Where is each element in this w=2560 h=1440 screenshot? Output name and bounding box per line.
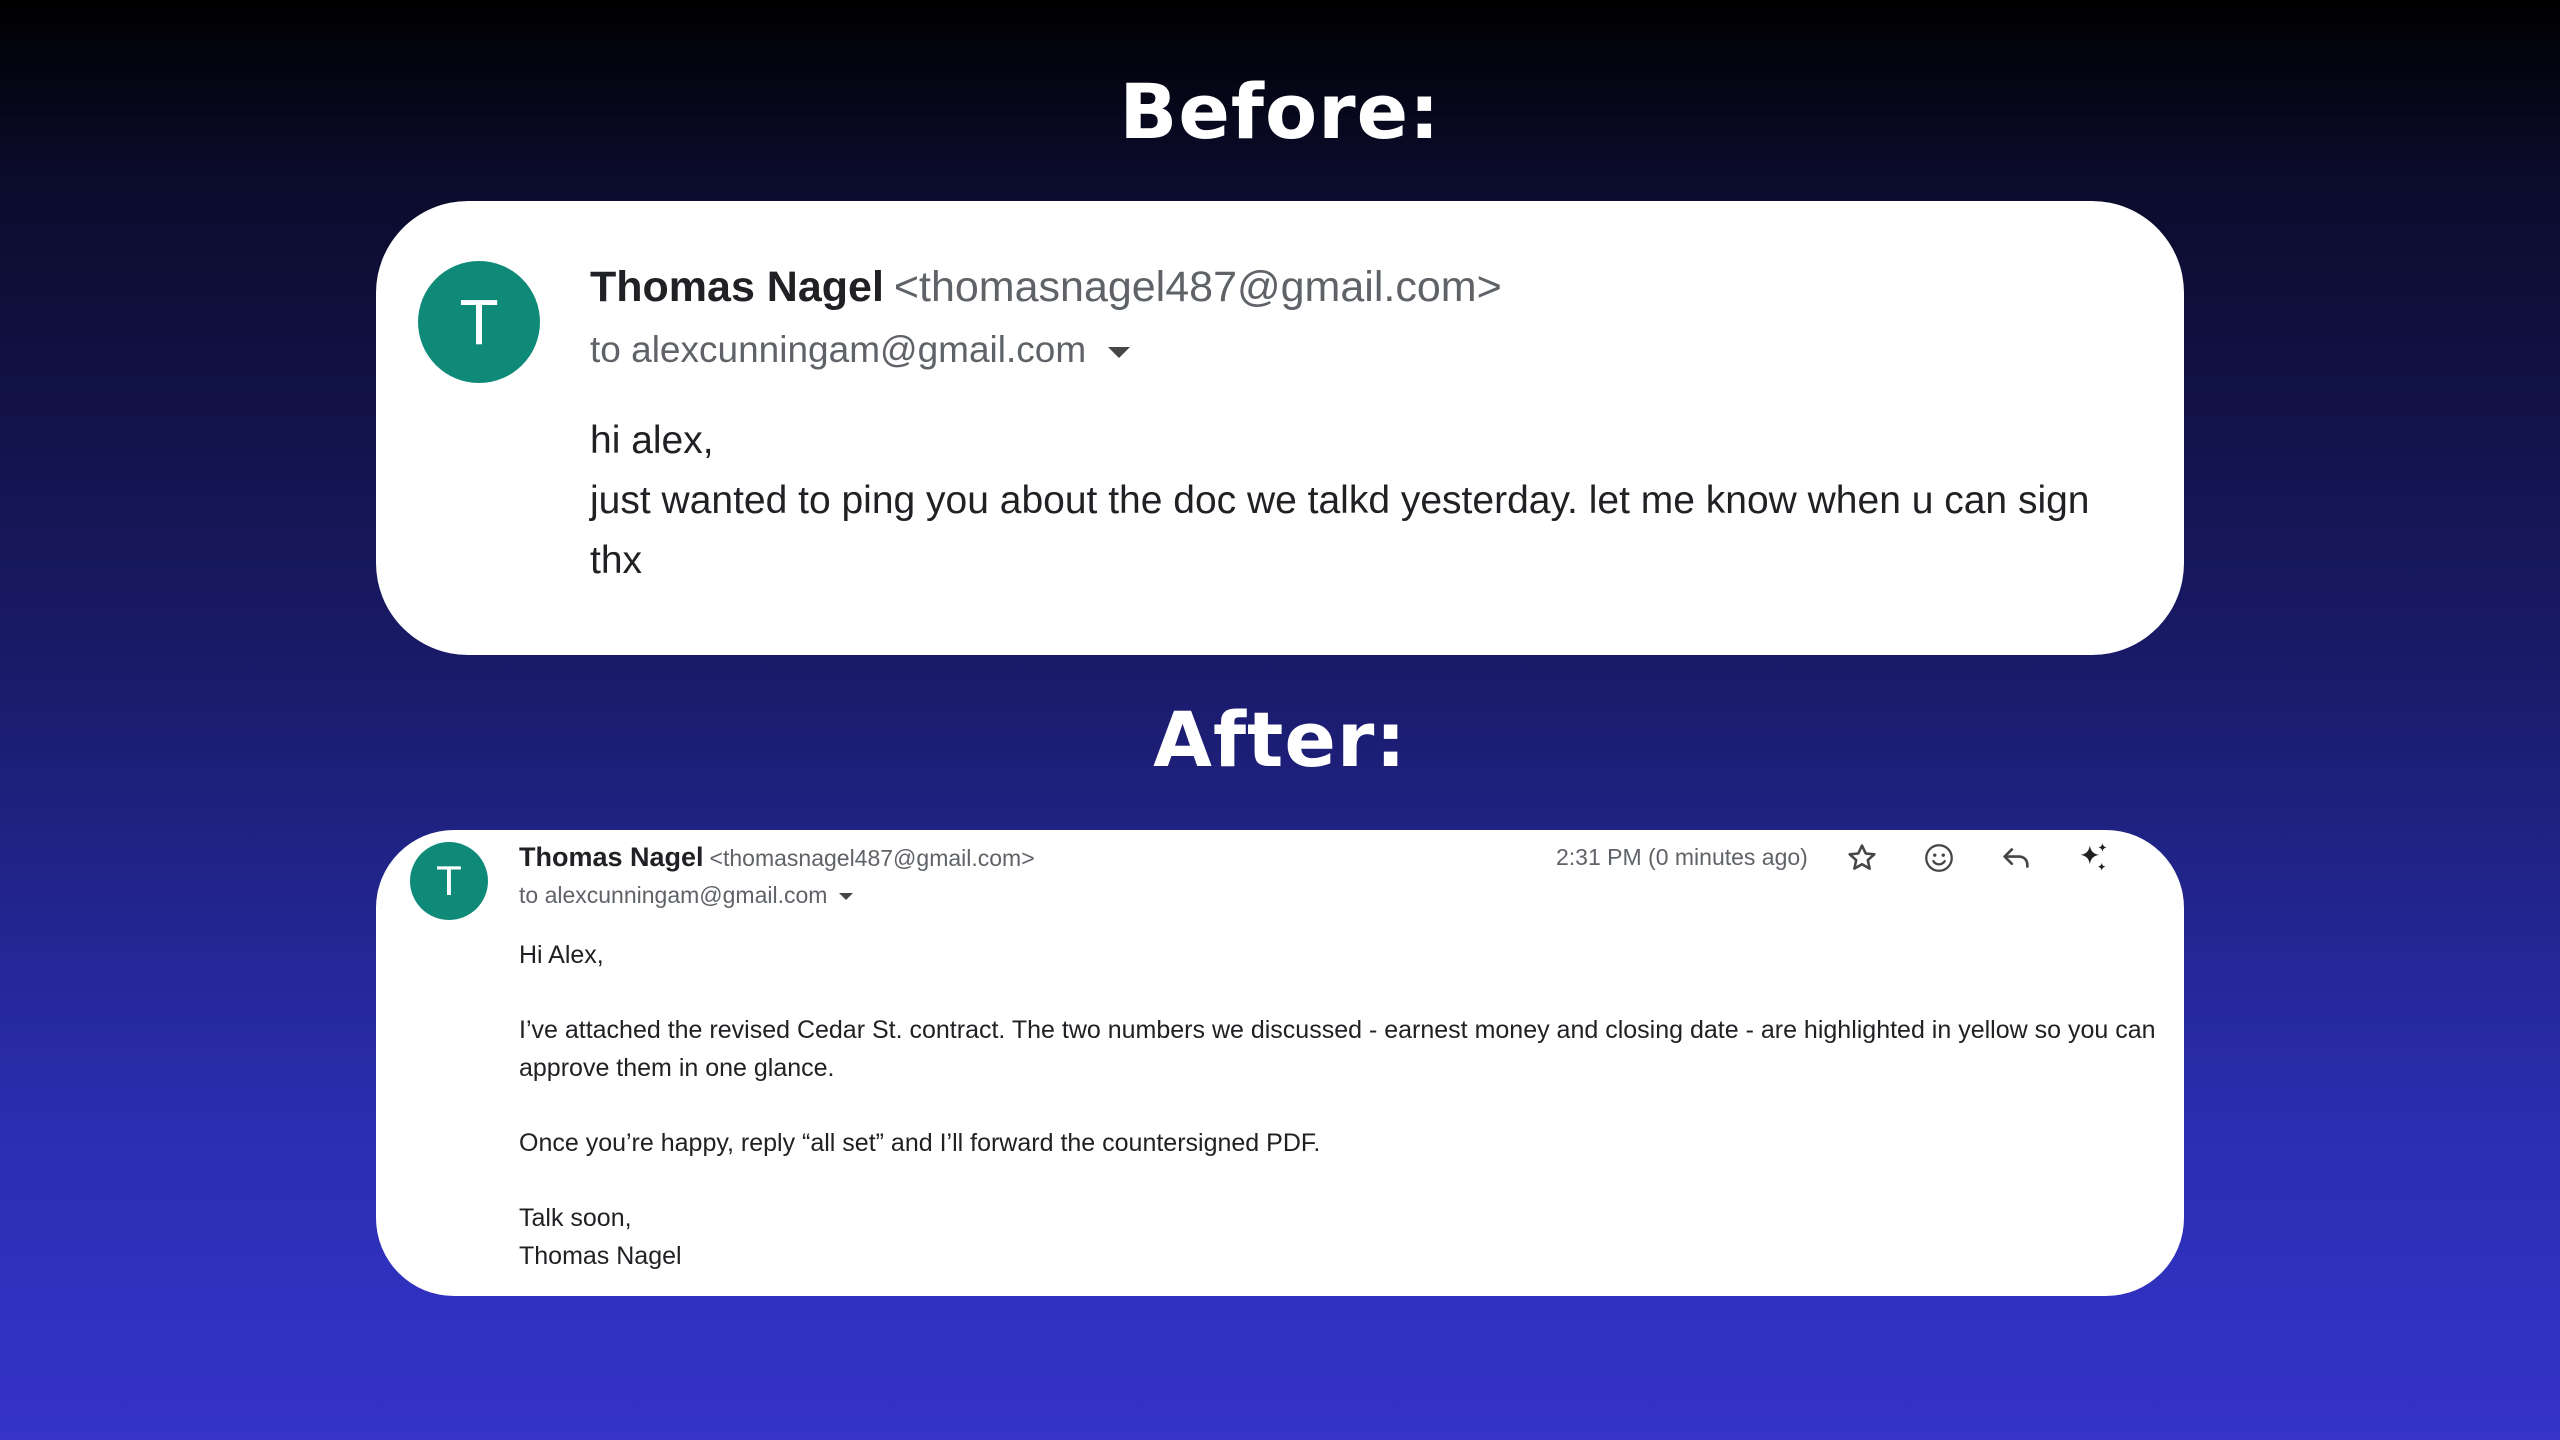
avatar[interactable]: T	[418, 261, 540, 383]
sign-off: Talk soon,	[519, 1204, 632, 1232]
body-line: just wanted to ping you about the doc we…	[590, 479, 2090, 522]
sender-line: Thomas Nagel <thomasnagel487@gmail.com>	[519, 842, 1035, 873]
sender-email: <thomasnagel487@gmail.com>	[709, 845, 1035, 871]
sender-name[interactable]: Thomas Nagel	[590, 263, 884, 311]
greeting: Hi Alex,	[519, 941, 604, 969]
star-icon[interactable]	[1842, 838, 1882, 878]
after-email-card: T Thomas Nagel <thomasnagel487@gmail.com>…	[376, 830, 2184, 1296]
email-body: hi alex, just wanted to ping you about t…	[590, 411, 2090, 591]
body-paragraph: Once you’re happy, reply “all set” and I…	[519, 1129, 1321, 1157]
sparkle-icon[interactable]	[2073, 838, 2113, 878]
sender-name[interactable]: Thomas Nagel	[519, 842, 704, 872]
recipient-text: to alexcunningam@gmail.com	[519, 882, 828, 908]
body-paragraph: I’ve attached the revised Cedar St. cont…	[519, 1016, 2156, 1082]
body-line: hi alex,	[590, 419, 714, 462]
sender-line: Thomas Nagel <thomasnagel487@gmail.com>	[590, 263, 1502, 312]
recipient-line: to alexcunningam@gmail.com	[519, 882, 854, 909]
body-line: thx	[590, 539, 643, 582]
signature: Thomas Nagel	[519, 1242, 682, 1270]
after-heading: After:	[1153, 695, 1407, 784]
reply-icon[interactable]	[1996, 838, 2036, 878]
emoji-icon[interactable]	[1919, 838, 1959, 878]
before-email-card: T Thomas Nagel <thomasnagel487@gmail.com>…	[376, 201, 2184, 655]
timestamp: 2:31 PM (0 minutes ago)	[1556, 844, 1808, 870]
before-heading: Before:	[1119, 67, 1441, 156]
email-body: Hi Alex, I’ve attached the revised Cedar…	[519, 936, 2159, 1275]
chevron-down-icon[interactable]	[1108, 346, 1131, 358]
avatar[interactable]: T	[410, 842, 488, 920]
recipient-text: to alexcunningam@gmail.com	[590, 329, 1087, 370]
recipient-line: to alexcunningam@gmail.com	[590, 329, 1131, 371]
chevron-down-icon[interactable]	[839, 893, 854, 900]
sender-email: <thomasnagel487@gmail.com>	[893, 263, 1502, 311]
